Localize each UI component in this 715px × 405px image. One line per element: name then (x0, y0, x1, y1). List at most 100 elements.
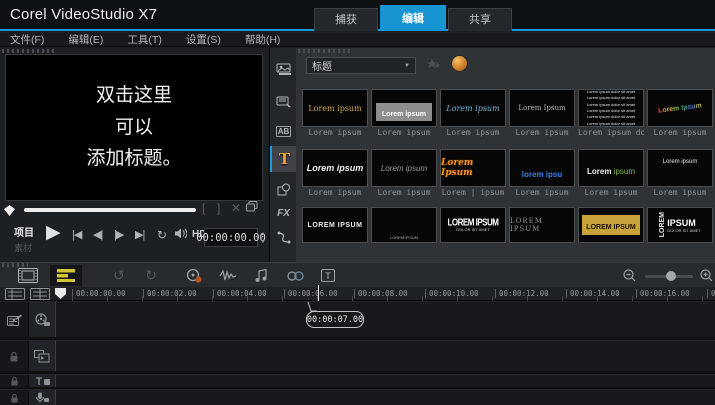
preview-panel: 双击这里 可以 添加标题。 [ ] ✕ 项目 素材 ▶ |◀ ◀| |▶ ▶| … (0, 48, 268, 262)
thumb-caption: Lorem ipsum (371, 187, 437, 197)
track-manager-icon[interactable] (7, 314, 22, 326)
timecode-stepper[interactable]: ▲▼ (259, 228, 267, 247)
video-track-icon[interactable] (29, 302, 56, 337)
redo-icon[interactable]: ↻ (140, 265, 162, 286)
title-template-thumb[interactable]: LOREM IPSUMDOLOR SIT AMET (647, 207, 713, 243)
playhead[interactable] (318, 285, 319, 301)
tab-capture[interactable]: 捕获 (314, 8, 378, 31)
add-to-favorites-icon[interactable]: ★★ (426, 56, 441, 72)
overlay-track-row[interactable] (0, 340, 715, 371)
subtitle-editor-icon[interactable]: T (316, 265, 340, 286)
show-all-tracks-icon[interactable] (5, 288, 25, 300)
timeline-toolbar: ↺ ↻ T (0, 262, 715, 287)
title-track-icon[interactable] (29, 375, 56, 387)
record-capture-icon[interactable] (182, 265, 206, 286)
chevron-down-icon: ▼ (404, 63, 410, 69)
title-template-thumb[interactable]: Lorem ipsum Lorem ipsum (440, 89, 506, 137)
title-template-thumb[interactable]: LOREM IPSUM (578, 207, 644, 243)
repeat-button[interactable]: ↻ (157, 228, 167, 242)
panel-resize-grip[interactable] (2, 49, 57, 53)
motion-path-category-icon[interactable] (270, 224, 297, 250)
title-template-thumb[interactable]: Lorem ipsum Lorem ipsum (578, 149, 644, 197)
preview-video-area[interactable]: 双击这里 可以 添加标题。 (5, 54, 263, 201)
trim-bar[interactable] (24, 208, 196, 212)
transition-category-icon[interactable]: AB (270, 118, 297, 144)
title-template-thumb[interactable]: Lorem Ipsum Lorem | ipsum (440, 149, 506, 197)
menu-help[interactable]: 帮助(H) (245, 32, 281, 47)
app-window: Corel VideoStudio X7 捕获 编辑 共享 文件(F) 编辑(E… (0, 0, 715, 405)
zoom-in-icon[interactable] (697, 265, 715, 286)
media-category-icon[interactable] (270, 56, 297, 82)
title-category-icon[interactable]: T (270, 146, 297, 172)
menu-bar: 文件(F) 编辑(E) 工具(T) 设置(S) 帮助(H) (0, 33, 715, 47)
graphic-category-icon[interactable] (270, 176, 297, 202)
thumb-caption: Lorem ipsum (509, 127, 575, 137)
auto-music-icon[interactable] (250, 265, 274, 286)
menu-file[interactable]: 文件(F) (10, 32, 44, 47)
undo-icon[interactable]: ↺ (108, 265, 130, 286)
storyboard-view-button[interactable] (12, 265, 44, 286)
title-template-thumb[interactable]: lorem ipsu Lorem ipsum (509, 149, 575, 197)
thumb-caption: Lorem ipsum (371, 127, 437, 137)
title-template-thumb[interactable]: LOREM IPSUM (371, 207, 437, 243)
lock-icon[interactable] (9, 351, 19, 362)
play-button[interactable]: ▶ (46, 223, 61, 242)
split-clip-icon[interactable]: ✕ (231, 201, 241, 215)
menu-tools[interactable]: 工具(T) (127, 32, 161, 47)
snapshot-icon[interactable] (246, 201, 258, 212)
title-template-thumb[interactable]: Lorem ipsum Lorem ipsum (371, 149, 437, 197)
title-placeholder-text: 双击这里 可以 添加标题。 (86, 80, 181, 174)
title-template-thumb[interactable]: Lorem Ipsum Lorem ipsum (509, 89, 575, 137)
menu-settings[interactable]: 设置(S) (186, 32, 221, 47)
filter-category-icon[interactable]: FX (270, 200, 297, 226)
volume-icon[interactable] (174, 228, 187, 239)
title-template-thumb[interactable]: Lorem ipsum Lorem ipsum (371, 89, 437, 137)
thumb-caption: Lorem ipsum (302, 187, 368, 197)
title-template-thumb[interactable]: LOREM IPSUM (302, 207, 368, 243)
tab-share[interactable]: 共享 (448, 8, 512, 31)
overlay-track-icon[interactable] (29, 341, 56, 371)
title-track-row[interactable] (0, 374, 715, 387)
timeline-ruler[interactable]: 00:00:00.00 00:00:02.00 00:00:04.00 00:0… (0, 287, 715, 301)
mode-project-label[interactable]: 项目 (14, 224, 44, 239)
playback-mode-toggle[interactable]: 项目 素材 (14, 224, 44, 254)
trim-marker-handle[interactable] (4, 205, 15, 216)
title-template-thumb[interactable]: Lorem ipsum Lorem ipsum (647, 149, 713, 197)
playhead-tooltip: 00:00:07.00 (306, 311, 364, 328)
track-height-icon[interactable] (30, 288, 50, 300)
gallery-options-icon[interactable] (452, 56, 467, 71)
mark-in-button[interactable]: [ (202, 201, 205, 215)
gallery-category-dropdown[interactable]: 标题 ▼ (306, 57, 416, 74)
mark-out-button[interactable]: ] (217, 201, 220, 215)
track-effects-icon[interactable] (283, 265, 307, 286)
thumb-caption: Lorem ipsum (302, 127, 368, 137)
end-button[interactable]: ▶| (135, 228, 144, 241)
instant-project-icon[interactable] (270, 88, 297, 114)
title-template-thumb[interactable]: Lorem Ipsum Lorem ipsum (647, 89, 713, 137)
lock-icon[interactable] (10, 393, 19, 403)
thumb-caption: Lorem ipsum (578, 187, 644, 197)
mode-clip-label[interactable]: 素材 (14, 241, 44, 254)
voice-track-row[interactable] (0, 389, 715, 405)
sound-mixer-icon[interactable] (216, 265, 240, 286)
next-frame-button[interactable]: |▶ (114, 228, 123, 241)
title-template-thumb[interactable]: Lorem ipsum Lorem ipsum (302, 149, 368, 197)
title-template-thumb[interactable]: Lorem ipsum Lorem ipsum (302, 89, 368, 137)
zoom-out-icon[interactable] (620, 265, 638, 286)
tab-edit[interactable]: 编辑 (380, 5, 446, 31)
title-template-thumb[interactable]: LOREM IPSUMDOLOR SIT AMET (440, 207, 506, 243)
lock-icon[interactable] (10, 376, 19, 386)
app-title: Corel VideoStudio X7 (10, 6, 157, 23)
title-template-thumb[interactable]: LOREM IPSUM (509, 207, 575, 243)
menu-edit[interactable]: 编辑(E) (68, 32, 103, 47)
home-button[interactable]: |◀ (72, 228, 81, 241)
chapter-marker-flag[interactable] (55, 288, 66, 299)
title-template-thumb[interactable]: Lorem ipsum dolor sit amet Lorem ipsum d… (578, 89, 644, 137)
prev-frame-button[interactable]: ◀| (93, 228, 102, 241)
voice-track-icon[interactable] (29, 390, 56, 405)
timecode-field[interactable]: 00:00:00.00 (204, 228, 258, 247)
panel-resize-grip[interactable] (298, 49, 353, 53)
timeline-view-button[interactable] (50, 265, 82, 286)
timeline-panel: 00:00:00.00 00:00:02.00 00:00:04.00 00:0… (0, 287, 715, 405)
zoom-slider-handle[interactable] (666, 271, 676, 281)
